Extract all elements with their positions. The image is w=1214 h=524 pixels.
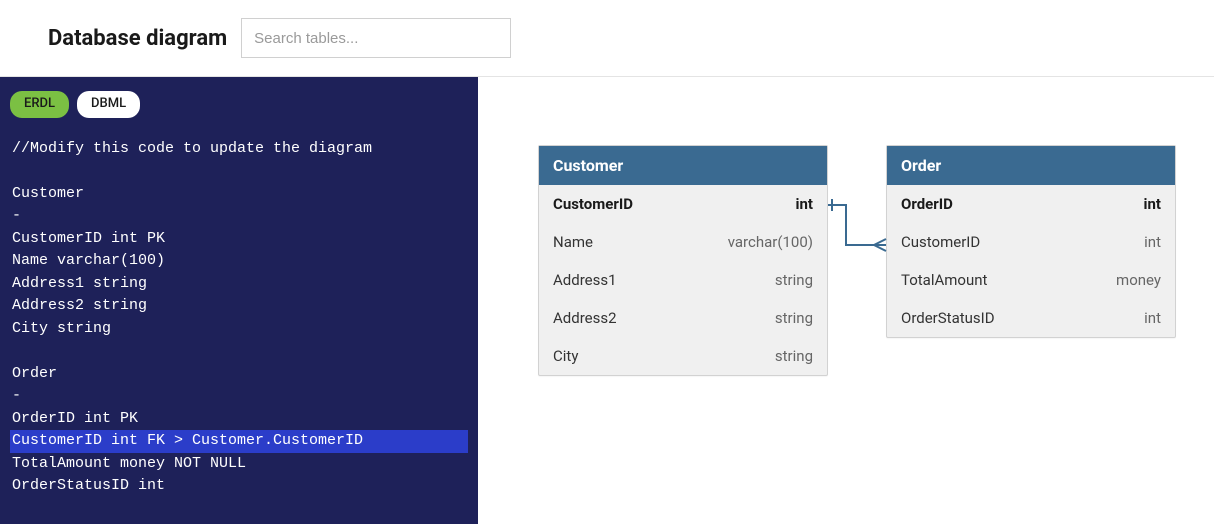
tab-dbml[interactable]: DBML — [77, 91, 140, 118]
code-line[interactable]: City string — [10, 318, 468, 341]
table-row[interactable]: Address2 string — [539, 299, 827, 337]
code-line[interactable]: OrderID int PK — [10, 408, 468, 431]
table-row[interactable]: CustomerID int — [539, 185, 827, 223]
code-line[interactable]: CustomerID int PK — [10, 228, 468, 251]
code-line[interactable]: Name varchar(100) — [10, 250, 468, 273]
column-type: string — [775, 271, 813, 289]
topbar: Database diagram — [0, 0, 1214, 77]
column-name: OrderStatusID — [901, 309, 995, 327]
code-line[interactable]: CustomerID int FK > Customer.CustomerID — [10, 430, 468, 453]
table-row[interactable]: City string — [539, 337, 827, 375]
column-name: CustomerID — [553, 195, 633, 213]
column-type: int — [1144, 195, 1161, 213]
column-name: Address2 — [553, 309, 617, 327]
diagram-canvas[interactable]: Customer CustomerID int Name varchar(100) Add… — [478, 77, 1214, 524]
column-name: TotalAmount — [901, 271, 987, 289]
table-row[interactable]: OrderStatusID int — [887, 299, 1175, 337]
column-type: int — [1144, 233, 1161, 251]
code-line[interactable] — [10, 160, 468, 183]
table-header[interactable]: Order — [887, 146, 1175, 185]
code-line[interactable]: Address1 string — [10, 273, 468, 296]
code-line[interactable]: - — [10, 205, 468, 228]
code-body[interactable]: //Modify this code to update the diagram… — [10, 138, 468, 498]
page-title: Database diagram — [48, 26, 227, 51]
column-name: OrderID — [901, 195, 953, 213]
code-editor[interactable]: ERDL DBML //Modify this code to update th… — [0, 77, 478, 524]
editor-tabs: ERDL DBML — [10, 91, 468, 118]
column-name: Name — [553, 233, 593, 251]
column-type: money — [1116, 271, 1161, 289]
table-row[interactable]: Address1 string — [539, 261, 827, 299]
column-name: Address1 — [553, 271, 617, 289]
code-line[interactable]: Address2 string — [10, 295, 468, 318]
search-input[interactable] — [241, 18, 511, 58]
column-type: int — [1144, 309, 1161, 327]
column-name: CustomerID — [901, 233, 980, 251]
tab-erdl[interactable]: ERDL — [10, 91, 69, 118]
code-line[interactable]: - — [10, 385, 468, 408]
table-row[interactable]: TotalAmount money — [887, 261, 1175, 299]
column-type: int — [796, 195, 813, 213]
code-line[interactable] — [10, 340, 468, 363]
table-row[interactable]: Name varchar(100) — [539, 223, 827, 261]
code-line[interactable]: Order — [10, 363, 468, 386]
code-line[interactable]: TotalAmount money NOT NULL — [10, 453, 468, 476]
column-type: string — [775, 309, 813, 327]
code-line[interactable]: OrderStatusID int — [10, 475, 468, 498]
table-header[interactable]: Customer — [539, 146, 827, 185]
column-type: string — [775, 347, 813, 365]
column-name: City — [553, 347, 578, 365]
table-row[interactable]: CustomerID int — [887, 223, 1175, 261]
column-type: varchar(100) — [728, 233, 813, 251]
code-line[interactable]: //Modify this code to update the diagram — [10, 138, 468, 161]
main: ERDL DBML //Modify this code to update th… — [0, 77, 1214, 524]
code-line[interactable]: Customer — [10, 183, 468, 206]
table-row[interactable]: OrderID int — [887, 185, 1175, 223]
table-order[interactable]: Order OrderID int CustomerID int TotalAmount m… — [886, 145, 1176, 338]
table-customer[interactable]: Customer CustomerID int Name varchar(100) Add… — [538, 145, 828, 376]
